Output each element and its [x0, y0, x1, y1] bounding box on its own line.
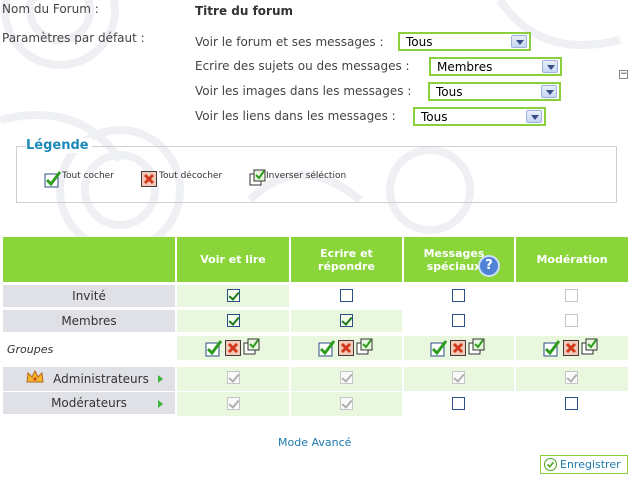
moderators-write-checkbox — [340, 397, 353, 410]
column-view-group-actions — [205, 338, 265, 358]
column-header-moderation: Modération — [516, 237, 628, 282]
advanced-mode-link[interactable]: Mode Avancé — [278, 436, 351, 449]
uncheck-all-icon[interactable] — [338, 340, 354, 356]
moderators-label: Modérateurs — [51, 396, 127, 410]
row-label-administrators[interactable]: Administrateurs — [3, 367, 175, 391]
perm-label-view-forum: Voir le forum et ses messages : — [195, 35, 384, 49]
expand-arrow-icon[interactable] — [158, 400, 163, 408]
column-special-group-actions — [430, 338, 490, 358]
moderators-moderation-checkbox[interactable] — [565, 397, 578, 410]
uncheck-all-icon[interactable] — [450, 340, 466, 356]
admin-special-checkbox — [452, 371, 465, 384]
chevron-down-icon — [541, 85, 557, 98]
forum-name-value: Titre du forum — [195, 4, 294, 18]
help-icon[interactable]: ? — [478, 255, 500, 277]
save-button-label: Enregistrer — [560, 458, 621, 471]
invert-selection-icon[interactable] — [356, 338, 374, 356]
links-select-value: Tous — [421, 110, 448, 124]
collapse-icon[interactable]: − — [619, 70, 628, 79]
row-label-guest: Invité — [3, 285, 175, 307]
guest-special-checkbox[interactable] — [452, 289, 465, 302]
chevron-down-icon — [526, 110, 542, 123]
admin-view-checkbox — [227, 371, 240, 384]
column-header-view: Voir et lire — [177, 237, 289, 282]
administrators-label: Administrateurs — [53, 372, 149, 386]
column-moderation-group-actions — [543, 338, 603, 358]
groups-label: Groupes — [7, 343, 54, 356]
uncheck-all-icon[interactable] — [563, 340, 579, 356]
uncheck-all-icon — [141, 171, 157, 187]
perm-label-links: Voir les liens dans les messages : — [195, 109, 396, 123]
column-write-group-actions — [318, 338, 378, 358]
admin-moderation-checkbox — [565, 371, 578, 384]
table-header-corner — [3, 237, 175, 282]
members-view-checkbox[interactable] — [227, 314, 240, 327]
perm-label-images: Voir les images dans les messages : — [195, 84, 412, 98]
invert-selection-icon[interactable] — [243, 338, 261, 356]
invert-selection-icon[interactable] — [581, 338, 599, 356]
check-all-icon[interactable] — [543, 339, 561, 357]
write-select[interactable]: Membres — [429, 57, 562, 76]
guest-view-checkbox[interactable] — [227, 289, 240, 302]
links-select[interactable]: Tous — [413, 107, 546, 126]
column-header-write: Ecrire et répondre — [291, 237, 402, 282]
save-button[interactable]: Enregistrer — [540, 455, 628, 474]
view-forum-select[interactable]: Tous — [398, 32, 531, 51]
legend-invert-selection: Inverser séléction — [266, 171, 347, 181]
forum-name-label: Nom du Forum : — [2, 2, 99, 16]
check-all-icon[interactable] — [318, 339, 336, 357]
perm-label-write: Ecrire des sujets ou des messages : — [195, 59, 410, 73]
guest-write-checkbox[interactable] — [340, 289, 353, 302]
invert-selection-icon[interactable] — [468, 338, 486, 356]
crown-icon — [26, 370, 44, 383]
check-all-icon[interactable] — [430, 339, 448, 357]
write-select-value: Membres — [437, 60, 493, 74]
row-label-moderators[interactable]: Modérateurs — [3, 392, 175, 414]
images-select-value: Tous — [436, 85, 463, 99]
guest-moderation-checkbox — [565, 289, 578, 302]
legend-uncheck-all: Tout décocher — [159, 171, 223, 181]
defaults-label: Paramètres par défaut : — [2, 31, 145, 45]
moderators-view-checkbox — [227, 397, 240, 410]
chevron-down-icon — [542, 60, 558, 73]
images-select[interactable]: Tous — [428, 82, 561, 101]
admin-write-checkbox — [340, 371, 353, 384]
check-all-icon[interactable] — [205, 339, 223, 357]
legend-title: Légende — [26, 138, 92, 153]
column-header-special: Messages spéciaux ? — [404, 237, 514, 282]
members-special-checkbox[interactable] — [452, 314, 465, 327]
uncheck-all-icon[interactable] — [225, 340, 241, 356]
view-forum-select-value: Tous — [406, 35, 433, 49]
members-write-checkbox[interactable] — [340, 314, 353, 327]
moderators-special-checkbox[interactable] — [452, 397, 465, 410]
row-label-members: Membres — [3, 310, 175, 332]
invert-selection-icon — [249, 169, 266, 186]
check-circle-icon — [544, 458, 557, 471]
check-all-icon — [44, 171, 62, 188]
members-moderation-checkbox — [565, 314, 578, 327]
expand-arrow-icon[interactable] — [158, 375, 163, 383]
legend-check-all: Tout cocher — [62, 171, 114, 181]
chevron-down-icon — [511, 35, 527, 48]
